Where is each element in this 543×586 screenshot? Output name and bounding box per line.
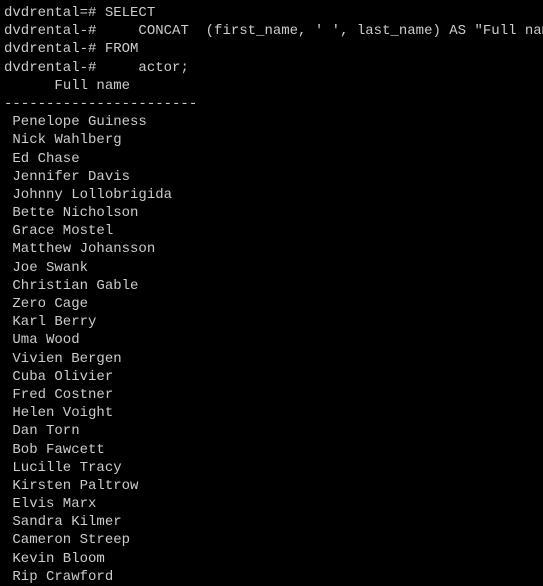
table-row: Kevin Bloom [4, 550, 539, 568]
table-row: Bette Nicholson [4, 204, 539, 222]
table-row: Kirsten Paltrow [4, 477, 539, 495]
query-line-2: dvdrental-# CONCAT (first_name, ' ', las… [4, 22, 539, 40]
table-row: Joe Swank [4, 259, 539, 277]
table-row: Vivien Bergen [4, 350, 539, 368]
prompt: dvdrental=# [4, 5, 96, 21]
prompt: dvdrental-# [4, 60, 96, 76]
table-row: Cuba Olivier [4, 368, 539, 386]
sql-text: FROM [105, 41, 139, 57]
table-row: Uma Wood [4, 331, 539, 349]
table-row: Matthew Johansson [4, 240, 539, 258]
table-row: Nick Wahlberg [4, 131, 539, 149]
table-row: Cameron Streep [4, 531, 539, 549]
sql-text: actor; [105, 60, 189, 76]
column-header: Full name [4, 77, 539, 95]
table-row: Fred Costner [4, 386, 539, 404]
separator: ----------------------- [4, 95, 539, 113]
table-row: Christian Gable [4, 277, 539, 295]
terminal-output[interactable]: dvdrental=# SELECT dvdrental-# CONCAT (f… [4, 4, 539, 586]
query-line-4: dvdrental-# actor; [4, 59, 539, 77]
query-line-3: dvdrental-# FROM [4, 40, 539, 58]
table-row: Sandra Kilmer [4, 513, 539, 531]
query-line-1: dvdrental=# SELECT [4, 4, 539, 22]
table-row: Karl Berry [4, 313, 539, 331]
table-row: Penelope Guiness [4, 113, 539, 131]
table-row: Elvis Marx [4, 495, 539, 513]
table-row: Johnny Lollobrigida [4, 186, 539, 204]
table-row: Ed Chase [4, 150, 539, 168]
prompt: dvdrental-# [4, 41, 96, 57]
table-row: Zero Cage [4, 295, 539, 313]
table-row: Bob Fawcett [4, 441, 539, 459]
table-row: Lucille Tracy [4, 459, 539, 477]
sql-text: CONCAT (first_name, ' ', last_name) AS "… [105, 23, 543, 39]
table-row: Dan Torn [4, 422, 539, 440]
table-row: Jennifer Davis [4, 168, 539, 186]
table-row: Helen Voight [4, 404, 539, 422]
table-row: Grace Mostel [4, 222, 539, 240]
prompt: dvdrental-# [4, 23, 96, 39]
table-row: Rip Crawford [4, 568, 539, 586]
sql-text: SELECT [105, 5, 155, 21]
